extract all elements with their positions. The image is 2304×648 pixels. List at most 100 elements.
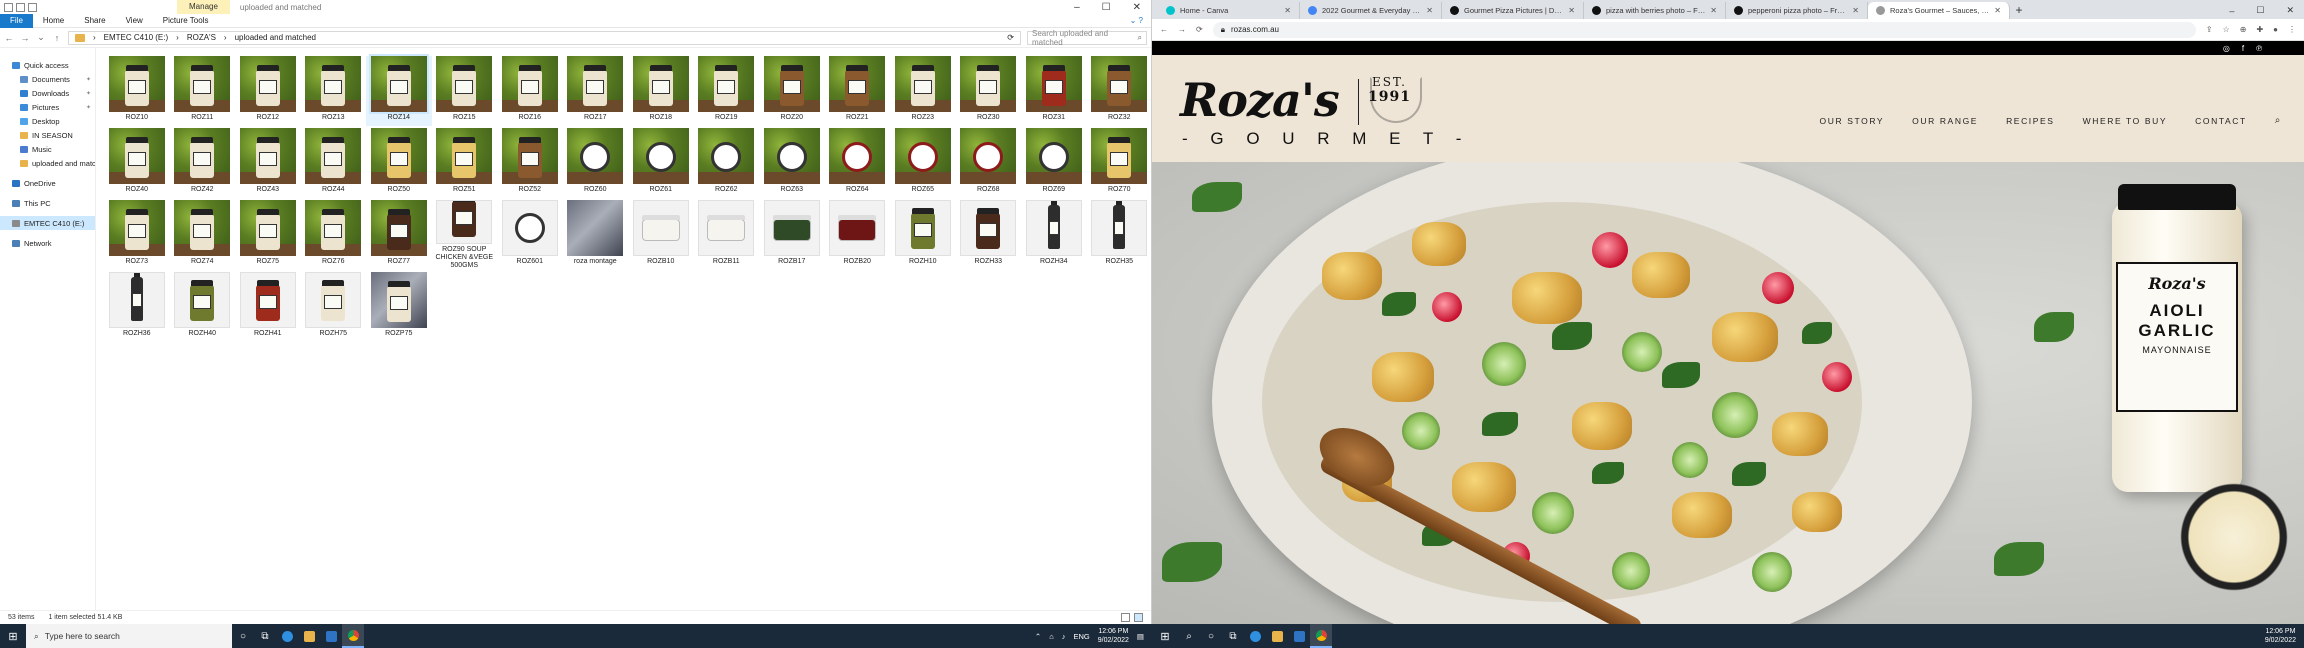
lock-icon[interactable]: 🔒︎ — [1221, 25, 1225, 35]
url-text[interactable]: rozas.com.au — [1231, 25, 1279, 34]
cortana-icon[interactable]: ○ — [232, 624, 254, 648]
windows-start-icon[interactable]: ⊞ — [1152, 630, 1178, 643]
file-explorer-icon[interactable] — [1266, 624, 1288, 648]
chrome-icon[interactable] — [342, 624, 364, 648]
pinterest-icon[interactable]: ℗ — [2256, 44, 2262, 53]
nav-where-to-buy[interactable]: WHERE TO BUY — [2083, 116, 2168, 126]
file-content-area[interactable]: ROZ10 ROZ11 ROZ12 ROZ13 ROZ14 ROZ15 ROZ16 ROZ17… — [96, 48, 1152, 610]
file-item[interactable]: ROZ65 — [890, 128, 956, 198]
file-item[interactable]: ROZH40 — [170, 272, 236, 342]
file-item[interactable]: ROZB17 — [759, 200, 825, 270]
taskbar-search[interactable]: ⌕ Type here to search — [26, 624, 232, 648]
file-item[interactable]: ROZH33 — [956, 200, 1022, 270]
manage-context-group[interactable]: Manage — [177, 0, 230, 14]
file-item[interactable]: ROZB11 — [694, 200, 760, 270]
file-item[interactable]: ROZ23 — [890, 56, 956, 126]
ribbon-tab-view[interactable]: View — [116, 14, 153, 28]
mail-icon[interactable] — [320, 624, 342, 648]
file-item[interactable]: ROZ60 — [563, 128, 629, 198]
properties-icon[interactable] — [16, 2, 25, 12]
profile-icon[interactable]: ● — [2273, 25, 2278, 34]
clock[interactable]: 12:06 PM 9/02/2022 — [2265, 627, 2296, 645]
close-icon[interactable]: ✕ — [1133, 2, 1141, 13]
ribbon-tab-picture-tools[interactable]: Picture Tools — [153, 14, 219, 28]
volume-icon[interactable]: ♪ — [1062, 632, 1066, 641]
file-item[interactable]: ROZ63 — [759, 128, 825, 198]
puzzle-icon[interactable]: ✚ — [2256, 25, 2263, 34]
nav-contact[interactable]: CONTACT — [2195, 116, 2247, 126]
search-icon[interactable]: ⌕ — [1178, 624, 1200, 648]
reload-icon[interactable]: ⟳ — [1196, 25, 1203, 34]
clock[interactable]: 12:06 PM 9/02/2022 — [1098, 627, 1129, 645]
maximize-icon[interactable]: ☐ — [2256, 5, 2264, 16]
large-icons-view-icon[interactable] — [1134, 613, 1143, 622]
up-arrow-icon[interactable]: ↑ — [52, 33, 62, 43]
file-item[interactable]: ROZ17 — [563, 56, 629, 126]
nav-item[interactable]: Desktop — [0, 114, 95, 128]
taskbar-search-input[interactable]: Type here to search — [45, 631, 120, 641]
nav-item[interactable]: uploaded and matc — [0, 156, 95, 170]
file-item[interactable]: ROZ10 — [104, 56, 170, 126]
nav-item[interactable]: This PC — [0, 196, 95, 210]
nav-our-range[interactable]: OUR RANGE — [1912, 116, 1978, 126]
file-item[interactable]: ROZ76 — [301, 200, 367, 270]
file-item[interactable]: ROZ601 — [497, 200, 563, 270]
file-item[interactable]: ROZ50 — [366, 128, 432, 198]
browser-tab[interactable]: Roza's Gourmet – Sauces, Dips, ✕ — [1868, 2, 2010, 19]
file-item[interactable]: ROZ20 — [759, 56, 825, 126]
file-item[interactable]: ROZ74 — [170, 200, 236, 270]
file-item[interactable]: ROZH41 — [235, 272, 301, 342]
nav-recipes[interactable]: RECIPES — [2006, 116, 2055, 126]
tray-chevron-icon[interactable]: ⌃ — [1035, 632, 1041, 641]
close-tab-icon[interactable]: ✕ — [1710, 6, 1717, 15]
close-tab-icon[interactable]: ✕ — [1568, 6, 1575, 15]
file-item[interactable]: ROZ69 — [1021, 128, 1087, 198]
minimize-icon[interactable]: – — [2229, 6, 2234, 16]
file-item[interactable]: ROZ52 — [497, 128, 563, 198]
task-view-icon[interactable]: ⧉ — [254, 624, 276, 648]
file-item[interactable]: ROZ51 — [432, 128, 498, 198]
close-tab-icon[interactable]: ✕ — [1852, 6, 1859, 15]
maximize-icon[interactable]: ☐ — [1102, 2, 1111, 13]
file-item[interactable]: ROZH34 — [1021, 200, 1087, 270]
share-icon[interactable]: ⇪ — [2206, 25, 2213, 34]
file-item[interactable]: ROZH35 — [1087, 200, 1152, 270]
recent-chevron-icon[interactable]: ⌄ — [36, 32, 46, 43]
file-item[interactable]: ROZ11 — [170, 56, 236, 126]
instagram-icon[interactable]: ◎ — [2223, 44, 2230, 53]
menu-dots-icon[interactable]: ⋮ — [2288, 25, 2296, 34]
file-item[interactable]: ROZ32 — [1087, 56, 1152, 126]
nav-item[interactable]: Music — [0, 142, 95, 156]
edge-icon[interactable] — [1244, 624, 1266, 648]
minimize-icon[interactable]: – — [1074, 2, 1080, 13]
file-item[interactable]: ROZ14 — [366, 54, 432, 126]
file-explorer-icon[interactable] — [298, 624, 320, 648]
browser-tab[interactable]: 2022 Gourmet & Everyday Rang ✕ — [1300, 2, 1442, 19]
file-item[interactable]: ROZ31 — [1021, 56, 1087, 126]
task-view-icon[interactable]: ⧉ — [1222, 624, 1244, 648]
ribbon-tab-file[interactable]: File — [0, 13, 33, 28]
nav-item[interactable]: Pictures ✦ — [0, 100, 95, 114]
file-item[interactable]: ROZ21 — [825, 56, 891, 126]
forward-arrow-icon[interactable]: → — [20, 33, 30, 43]
file-item[interactable]: ROZ19 — [694, 56, 760, 126]
facebook-icon[interactable]: f — [2242, 44, 2244, 53]
language-indicator[interactable]: ENG — [1073, 632, 1089, 641]
file-item[interactable]: ROZ61 — [628, 128, 694, 198]
file-item[interactable]: ROZB20 — [825, 200, 891, 270]
file-item[interactable]: ROZ70 — [1087, 128, 1152, 198]
edge-icon[interactable] — [276, 624, 298, 648]
back-arrow-icon[interactable]: ← — [4, 33, 14, 43]
browser-tab[interactable]: pizza with berries photo – Free P ✕ — [1584, 2, 1726, 19]
file-item[interactable]: ROZ44 — [301, 128, 367, 198]
browser-tab[interactable]: Gourmet Pizza Pictures | Downlo ✕ — [1442, 2, 1584, 19]
file-item[interactable]: ROZ43 — [235, 128, 301, 198]
ribbon-tab-home[interactable]: Home — [33, 14, 74, 28]
file-item[interactable]: ROZ73 — [104, 200, 170, 270]
file-item[interactable]: ROZ16 — [497, 56, 563, 126]
address-bar[interactable]: 🔒︎ rozas.com.au — [1212, 21, 2196, 38]
file-item[interactable]: ROZ77 — [366, 200, 432, 270]
file-item[interactable]: ROZ30 — [956, 56, 1022, 126]
close-icon[interactable]: ✕ — [2286, 5, 2294, 16]
nav-item[interactable]: EMTEC C410 (E:) — [0, 216, 95, 230]
